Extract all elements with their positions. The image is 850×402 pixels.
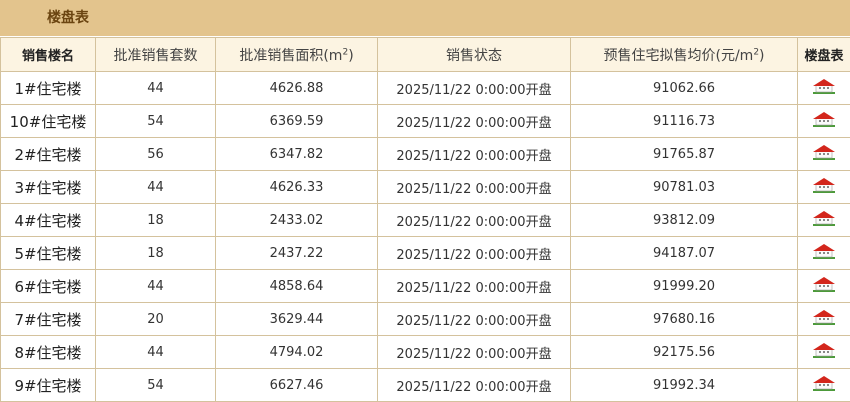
- table-row: 10#住宅楼 54 6369.59 2025/11/22 0:00:00开盘 91116…: [0, 104, 850, 138]
- sales-status-cell: 2025/11/22 0:00:00开盘: [377, 104, 571, 138]
- building-table: 销售楼名 批准销售套数 批准销售面积(m2) 销售状态 预售住宅拟售均价(元/m…: [0, 37, 850, 402]
- approved-units-cell: 44: [95, 335, 216, 369]
- table-row: 5#住宅楼 18 2437.22 2025/11/22 0:00:00开盘 94187.…: [0, 236, 850, 270]
- approved-area-cell: 4794.02: [215, 335, 378, 369]
- building-name-cell: 6#住宅楼: [0, 269, 96, 303]
- column-header-sales-status: 销售状态: [377, 37, 571, 72]
- table-row: 8#住宅楼 44 4794.02 2025/11/22 0:00:00开盘 92175.…: [0, 335, 850, 369]
- approved-units-cell: 18: [95, 203, 216, 237]
- sales-status-cell: 2025/11/22 0:00:00开盘: [377, 368, 571, 402]
- sales-status-cell: 2025/11/22 0:00:00开盘: [377, 137, 571, 171]
- building-name-cell: 10#住宅楼: [0, 104, 96, 138]
- approved-units-cell: 20: [95, 302, 216, 336]
- building-name-cell: 7#住宅楼: [0, 302, 96, 336]
- floor-plan-cell: [797, 71, 850, 105]
- sales-status-cell: 2025/11/22 0:00:00开盘: [377, 236, 571, 270]
- building-name-cell: 1#住宅楼: [0, 71, 96, 105]
- approved-units-cell: 44: [95, 71, 216, 105]
- house-icon[interactable]: [812, 210, 836, 230]
- floor-plan-cell: [797, 335, 850, 369]
- floor-plan-cell: [797, 170, 850, 204]
- approved-units-cell: 44: [95, 170, 216, 204]
- floor-plan-cell: [797, 236, 850, 270]
- section-title: 楼盘表: [47, 10, 89, 26]
- approved-units-cell: 18: [95, 236, 216, 270]
- average-price-cell: 91999.20: [570, 269, 798, 303]
- column-header-approved-units: 批准销售套数: [95, 37, 216, 72]
- house-icon[interactable]: [812, 111, 836, 131]
- column-header-building-name: 销售楼名: [0, 37, 96, 72]
- house-icon[interactable]: [812, 276, 836, 296]
- approved-units-cell: 44: [95, 269, 216, 303]
- sales-status-cell: 2025/11/22 0:00:00开盘: [377, 269, 571, 303]
- building-name-cell: 3#住宅楼: [0, 170, 96, 204]
- approved-area-cell: 4626.88: [215, 71, 378, 105]
- table-row: 9#住宅楼 54 6627.46 2025/11/22 0:00:00开盘 91992.…: [0, 368, 850, 402]
- table-body: 1#住宅楼 44 4626.88 2025/11/22 0:00:00开盘 91062.…: [0, 71, 850, 402]
- floor-plan-cell: [797, 137, 850, 171]
- sales-status-cell: 2025/11/22 0:00:00开盘: [377, 302, 571, 336]
- table-header-row: 销售楼名 批准销售套数 批准销售面积(m2) 销售状态 预售住宅拟售均价(元/m…: [0, 37, 850, 72]
- building-name-cell: 4#住宅楼: [0, 203, 96, 237]
- table-row: 1#住宅楼 44 4626.88 2025/11/22 0:00:00开盘 91062.…: [0, 71, 850, 105]
- average-price-cell: 93812.09: [570, 203, 798, 237]
- area-header-close: ): [348, 47, 354, 64]
- approved-area-cell: 4626.33: [215, 170, 378, 204]
- approved-area-cell: 3629.44: [215, 302, 378, 336]
- sales-status-cell: 2025/11/22 0:00:00开盘: [377, 170, 571, 204]
- approved-area-cell: 2437.22: [215, 236, 378, 270]
- building-name-cell: 2#住宅楼: [0, 137, 96, 171]
- price-header-text: 预售住宅拟售均价(元/m: [603, 47, 754, 64]
- house-icon[interactable]: [812, 342, 836, 362]
- price-header-close: ): [759, 47, 765, 64]
- approved-area-cell: 2433.02: [215, 203, 378, 237]
- area-header-text: 批准销售面积(m: [239, 47, 343, 64]
- average-price-cell: 91992.34: [570, 368, 798, 402]
- approved-units-cell: 54: [95, 368, 216, 402]
- average-price-cell: 91765.87: [570, 137, 798, 171]
- floor-plan-cell: [797, 104, 850, 138]
- house-icon[interactable]: [812, 144, 836, 164]
- house-icon[interactable]: [812, 177, 836, 197]
- table-row: 4#住宅楼 18 2433.02 2025/11/22 0:00:00开盘 93812.…: [0, 203, 850, 237]
- average-price-cell: 94187.07: [570, 236, 798, 270]
- building-name-cell: 9#住宅楼: [0, 368, 96, 402]
- house-icon[interactable]: [812, 309, 836, 329]
- building-name-cell: 8#住宅楼: [0, 335, 96, 369]
- table-row: 3#住宅楼 44 4626.33 2025/11/22 0:00:00开盘 90781.…: [0, 170, 850, 204]
- section-header: 楼盘表: [0, 0, 850, 36]
- floor-plan-cell: [797, 302, 850, 336]
- floor-plan-cell: [797, 368, 850, 402]
- average-price-cell: 97680.16: [570, 302, 798, 336]
- average-price-cell: 90781.03: [570, 170, 798, 204]
- average-price-cell: 92175.56: [570, 335, 798, 369]
- average-price-cell: 91062.66: [570, 71, 798, 105]
- floor-plan-cell: [797, 269, 850, 303]
- approved-area-cell: 6369.59: [215, 104, 378, 138]
- sales-status-cell: 2025/11/22 0:00:00开盘: [377, 203, 571, 237]
- average-price-cell: 91116.73: [570, 104, 798, 138]
- floor-plan-cell: [797, 203, 850, 237]
- column-header-approved-area: 批准销售面积(m2): [215, 37, 378, 72]
- approved-units-cell: 56: [95, 137, 216, 171]
- building-name-cell: 5#住宅楼: [0, 236, 96, 270]
- table-row: 6#住宅楼 44 4858.64 2025/11/22 0:00:00开盘 91999.…: [0, 269, 850, 303]
- table-row: 2#住宅楼 56 6347.82 2025/11/22 0:00:00开盘 91765.…: [0, 137, 850, 171]
- house-icon[interactable]: [812, 78, 836, 98]
- approved-area-cell: 4858.64: [215, 269, 378, 303]
- approved-area-cell: 6347.82: [215, 137, 378, 171]
- house-icon[interactable]: [812, 375, 836, 395]
- table-row: 7#住宅楼 20 3629.44 2025/11/22 0:00:00开盘 97680.…: [0, 302, 850, 336]
- sales-status-cell: 2025/11/22 0:00:00开盘: [377, 71, 571, 105]
- column-header-average-price: 预售住宅拟售均价(元/m2): [570, 37, 798, 72]
- approved-area-cell: 6627.46: [215, 368, 378, 402]
- sales-status-cell: 2025/11/22 0:00:00开盘: [377, 335, 571, 369]
- approved-units-cell: 54: [95, 104, 216, 138]
- column-header-floor-plan: 楼盘表: [797, 37, 850, 72]
- house-icon[interactable]: [812, 243, 836, 263]
